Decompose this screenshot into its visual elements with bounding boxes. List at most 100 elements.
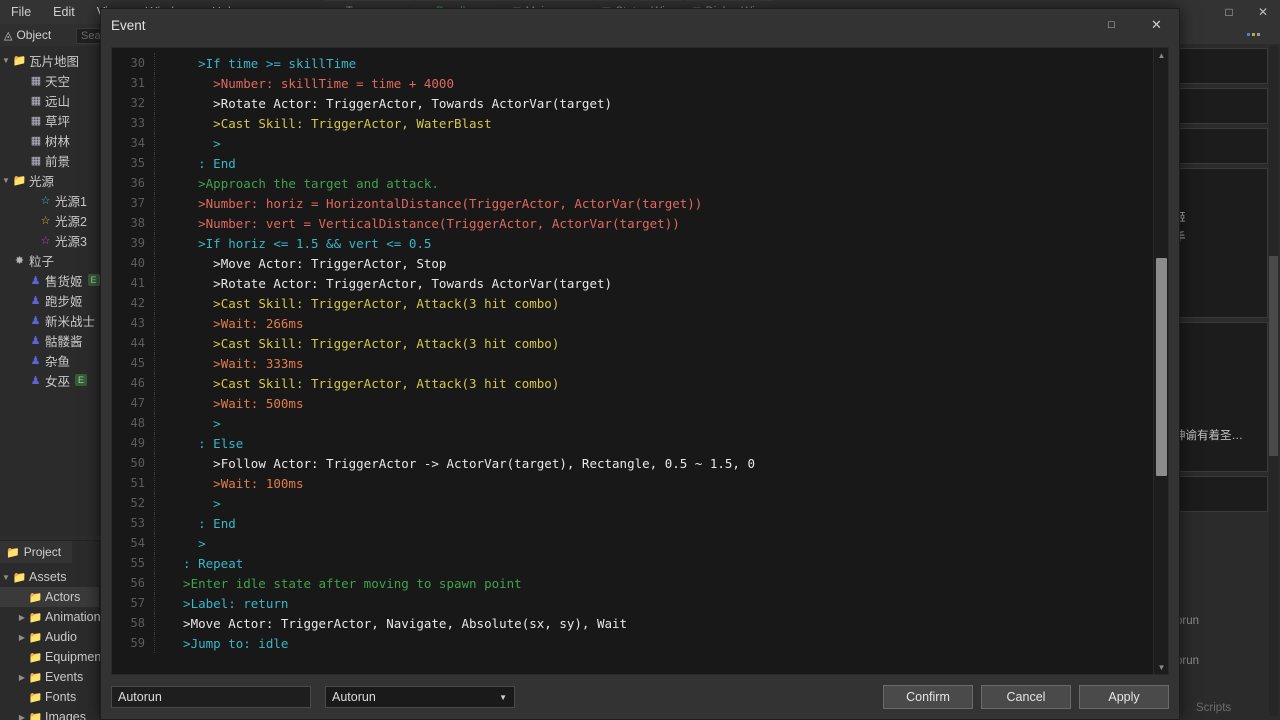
app-maximize-button[interactable]: □ [1212, 0, 1246, 24]
event-dialog-close-button[interactable]: ✕ [1134, 9, 1179, 41]
chevron-icon[interactable]: ▶ [16, 633, 28, 642]
code-line[interactable]: 33 >Cast Skill: TriggerActor, WaterBlast [112, 113, 1152, 133]
event-trigger-select[interactable]: Autorun ▼ [325, 686, 515, 708]
app-root: File Edit View Window Help ▲ Tavern x ▲ … [0, 0, 1280, 720]
scroll-up-icon[interactable]: ▲ [1154, 48, 1169, 62]
code-line-number: 40 [112, 256, 154, 270]
code-line[interactable]: 36 >Approach the target and attack. [112, 173, 1152, 193]
actor-icon: ♟ [28, 274, 43, 287]
event-name-input[interactable]: Autorun [111, 686, 311, 708]
code-indent-guide [154, 113, 164, 133]
code-line[interactable]: 42 >Cast Skill: TriggerActor, Attack(3 h… [112, 293, 1152, 313]
code-line[interactable]: 45 >Wait: 333ms [112, 353, 1152, 373]
code-line[interactable]: 52 > [112, 493, 1152, 513]
menu-item-edit[interactable]: Edit [42, 0, 86, 24]
code-line[interactable]: 51 >Wait: 100ms [112, 473, 1152, 493]
code-line[interactable]: 53 : End [112, 513, 1152, 533]
object-tree-item-label: 售货姬 [45, 271, 83, 290]
project-tree-item[interactable]: 📁Fonts [0, 687, 99, 707]
object-tree-item[interactable]: ♟售货姬E [0, 270, 99, 290]
code-line[interactable]: 58 >Move Actor: TriggerActor, Navigate, … [112, 613, 1152, 633]
project-tree-item[interactable]: ▶📁Images [0, 707, 99, 720]
project-tree[interactable]: ▼📁Assets📁Actors▶📁Animations▶📁Audio📁Equip… [0, 563, 99, 720]
scrollbar-thumb[interactable] [1156, 258, 1167, 476]
code-line-text: >Cast Skill: TriggerActor, Attack(3 hit … [164, 376, 559, 391]
project-tree-item[interactable]: ▶📁Audio [0, 627, 99, 647]
code-line[interactable]: 41 >Rotate Actor: TriggerActor, Towards … [112, 273, 1152, 293]
event-dialog-titlebar[interactable]: Event □ ✕ [101, 9, 1179, 41]
object-tree-item[interactable]: ☆光源1 [0, 190, 99, 210]
object-tree-item[interactable]: ☆光源3 [0, 230, 99, 250]
code-line[interactable]: 38 >Number: vert = VerticalDistance(Trig… [112, 213, 1152, 233]
menu-item-file[interactable]: File [0, 0, 42, 24]
code-line-number: 48 [112, 416, 154, 430]
code-indent-guide [154, 213, 164, 233]
project-tree-item[interactable]: 📁Actors [0, 587, 99, 607]
chevron-icon[interactable]: ▶ [16, 673, 28, 682]
project-tree-item[interactable]: ▶📁Animations [0, 607, 99, 627]
code-line[interactable]: 49 : Else [112, 433, 1152, 453]
code-line-number: 53 [112, 516, 154, 530]
code-line[interactable]: 39 >If horiz <= 1.5 && vert <= 0.5 [112, 233, 1152, 253]
project-tree-item[interactable]: 📁Equipment [0, 647, 99, 667]
chevron-icon[interactable]: ▶ [16, 713, 28, 720]
code-line[interactable]: 40 >Move Actor: TriggerActor, Stop [112, 253, 1152, 273]
code-line[interactable]: 56 >Enter idle state after moving to spa… [112, 573, 1152, 593]
editor-scrollbar[interactable]: ▲ ▼ [1153, 48, 1168, 674]
chevron-down-icon[interactable]: ▼ [0, 176, 12, 185]
project-tree-item[interactable]: ▼📁Assets [0, 567, 99, 587]
object-tree[interactable]: ▼📁瓦片地图▦天空▦远山▦草坪▦树林▦前景▼📁光源☆光源1☆光源2☆光源3✸粒子… [0, 46, 99, 390]
tilemap-icon: ▦ [28, 114, 43, 127]
cancel-button[interactable]: Cancel [981, 685, 1071, 709]
object-tree-item[interactable]: ▼📁瓦片地图 [0, 50, 99, 70]
chevron-icon[interactable]: ▼ [0, 573, 12, 582]
object-tree-item[interactable]: ☆光源2 [0, 210, 99, 230]
code-line[interactable]: 43 >Wait: 266ms [112, 313, 1152, 333]
object-tree-item[interactable]: ♟女巫E [0, 370, 99, 390]
code-line[interactable]: 37 >Number: horiz = HorizontalDistance(T… [112, 193, 1152, 213]
object-tree-item[interactable]: ▦前景 [0, 150, 99, 170]
apply-button[interactable]: Apply [1079, 685, 1169, 709]
object-tree-item[interactable]: ▦天空 [0, 70, 99, 90]
object-tree-item[interactable]: ▦远山 [0, 90, 99, 110]
code-line[interactable]: 31 >Number: skillTime = time + 4000 [112, 73, 1152, 93]
chevron-down-icon[interactable]: ▼ [0, 56, 12, 65]
object-tree-item[interactable]: ✸粒子 [0, 250, 99, 270]
object-tree-item[interactable]: ♟杂鱼 [0, 350, 99, 370]
code-line[interactable]: 35 : End [112, 153, 1152, 173]
code-line[interactable]: 32 >Rotate Actor: TriggerActor, Towards … [112, 93, 1152, 113]
event-dialog-maximize-button[interactable]: □ [1089, 9, 1134, 41]
code-line[interactable]: 55 : Repeat [112, 553, 1152, 573]
event-dialog-footer: Autorun Autorun ▼ Confirm Cancel Apply [101, 675, 1179, 719]
inspector-scrollbar[interactable] [1269, 46, 1278, 716]
code-line[interactable]: 46 >Cast Skill: TriggerActor, Attack(3 h… [112, 373, 1152, 393]
code-line-number: 52 [112, 496, 154, 510]
object-tree-item[interactable]: ▼📁光源 [0, 170, 99, 190]
project-tree-item[interactable]: ▶📁Events [0, 667, 99, 687]
code-line[interactable]: 57 >Label: return [112, 593, 1152, 613]
code-line[interactable]: 47 >Wait: 500ms [112, 393, 1152, 413]
app-close-button[interactable]: ✕ [1246, 0, 1280, 24]
event-script-editor[interactable]: 30 >If time >= skillTime31 >Number: skil… [111, 47, 1169, 675]
code-line[interactable]: 59 >Jump to: idle [112, 633, 1152, 653]
code-indent-guide [154, 533, 164, 553]
code-line[interactable]: 50 >Follow Actor: TriggerActor -> ActorV… [112, 453, 1152, 473]
object-tree-item[interactable]: ▦树林 [0, 130, 99, 150]
scroll-down-icon[interactable]: ▼ [1154, 660, 1169, 674]
code-line[interactable]: 34 > [112, 133, 1152, 153]
project-panel-tab[interactable]: 📁 Project [0, 541, 72, 563]
code-line[interactable]: 54 > [112, 533, 1152, 553]
code-indent-guide [154, 453, 164, 473]
code-line-text: >Move Actor: TriggerActor, Navigate, Abs… [164, 616, 627, 631]
confirm-button[interactable]: Confirm [883, 685, 973, 709]
chevron-icon[interactable]: ▶ [16, 613, 28, 622]
object-tree-item[interactable]: ♟新米战士 [0, 310, 99, 330]
object-tree-item[interactable]: ▦草坪 [0, 110, 99, 130]
code-line[interactable]: 30 >If time >= skillTime [112, 53, 1152, 73]
code-line[interactable]: 48 > [112, 413, 1152, 433]
object-tree-item[interactable]: ♟跑步姬 [0, 290, 99, 310]
code-line-number: 42 [112, 296, 154, 310]
code-line-list[interactable]: 30 >If time >= skillTime31 >Number: skil… [112, 48, 1152, 674]
code-line[interactable]: 44 >Cast Skill: TriggerActor, Attack(3 h… [112, 333, 1152, 353]
object-tree-item[interactable]: ♟骷髅酱 [0, 330, 99, 350]
